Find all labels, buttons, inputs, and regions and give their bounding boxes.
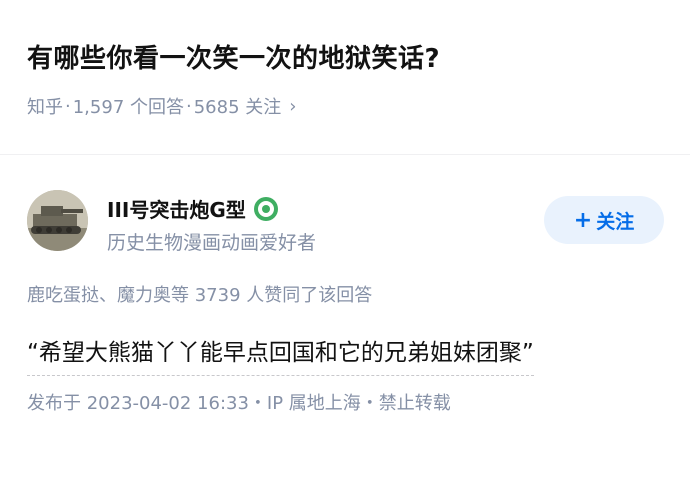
question-title[interactable]: 有哪些你看一次笑一次的地狱笑话?: [27, 38, 440, 75]
followers-count: 5685 关注: [193, 97, 282, 118]
meta-separator: ·: [186, 95, 192, 117]
follow-label: 关注: [596, 210, 635, 233]
follow-button[interactable]: + 关注: [544, 196, 664, 244]
meta-separator: ·: [65, 95, 71, 117]
plus-icon: +: [573, 207, 593, 233]
author-name[interactable]: III号突击炮G型: [107, 194, 246, 223]
chevron-right-icon: ›: [289, 95, 297, 117]
upvoters-text[interactable]: 鹿吃蛋挞、魔力奥等 3739 人赞同了该回答: [27, 281, 372, 307]
avatar[interactable]: [27, 190, 88, 251]
divider: [0, 154, 690, 155]
source-label: 知乎: [27, 97, 63, 118]
answers-count: 1,597 个回答: [72, 97, 184, 118]
tank-avatar-icon: [27, 190, 88, 251]
author-name-row[interactable]: III号突击炮G型: [107, 194, 278, 223]
post-meta: 发布于 2023-04-02 16:33・IP 属地上海・禁止转载: [27, 393, 451, 414]
green-badge-icon: [253, 196, 278, 221]
answer-text[interactable]: “希望大熊猫丫丫能早点回国和它的兄弟姐妹团聚”: [27, 333, 534, 376]
author-bio: 历史生物漫画动画爱好者: [107, 232, 317, 254]
question-meta[interactable]: 知乎 · 1,597 个回答 · 5685 关注 ›: [27, 93, 296, 119]
